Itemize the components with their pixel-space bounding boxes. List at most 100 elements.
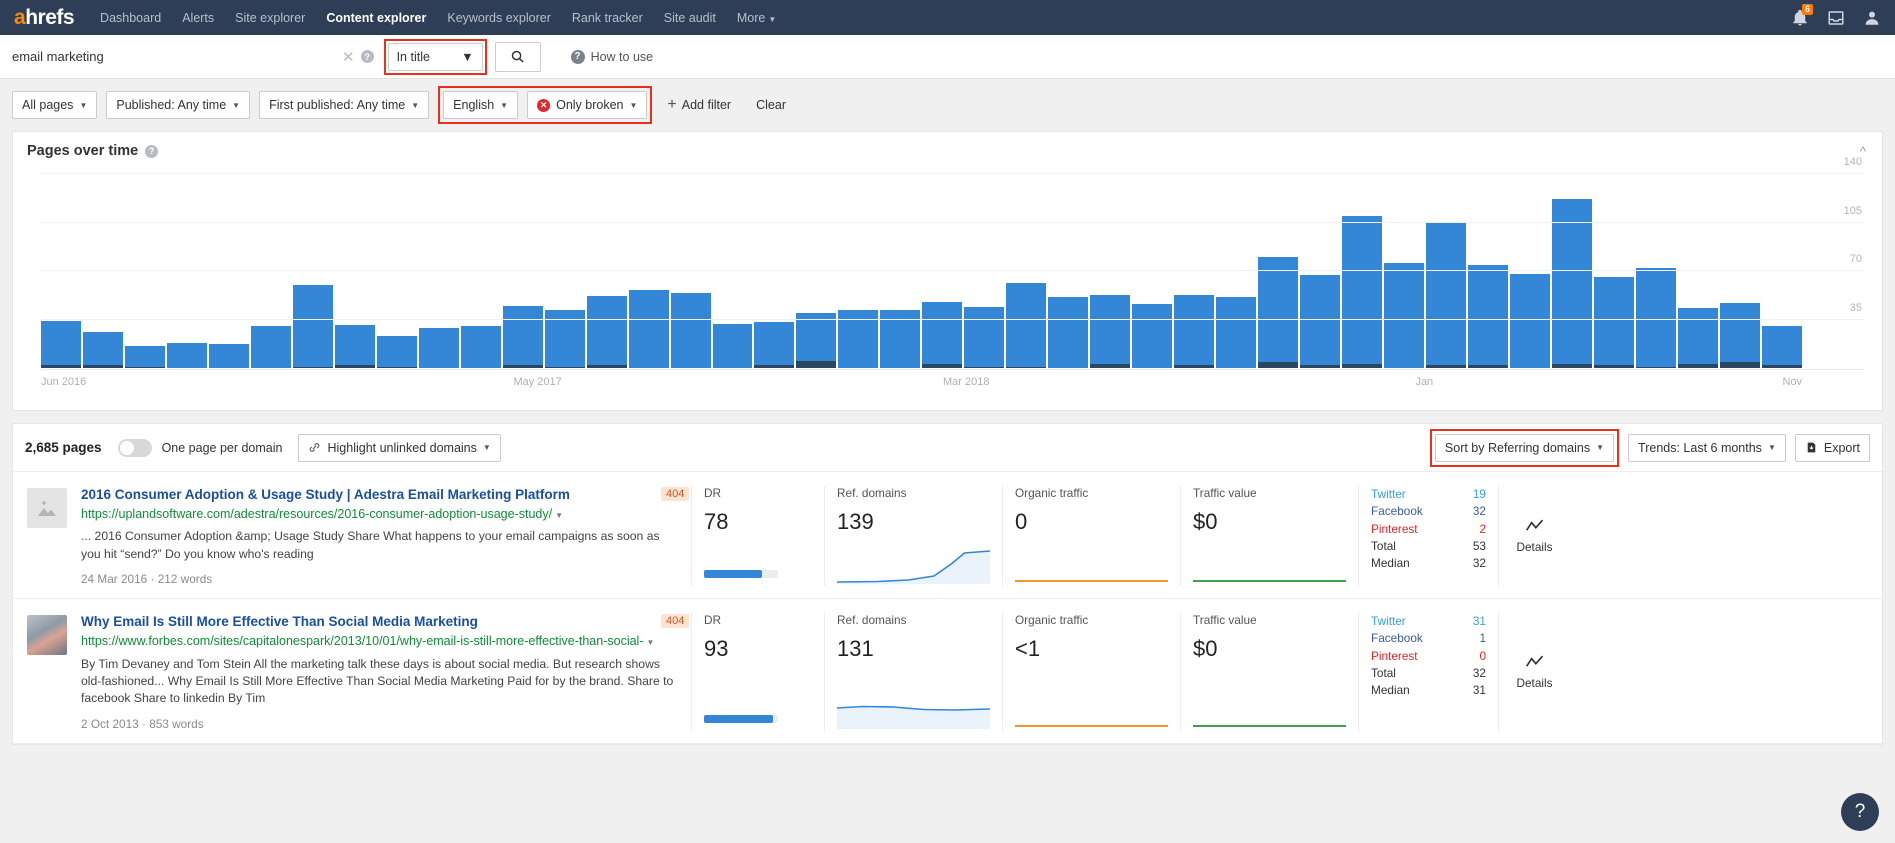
chart-bar[interactable] [1761,174,1802,368]
chart-bar[interactable] [1467,174,1508,368]
search-button[interactable] [494,41,541,72]
chart-bar[interactable] [670,174,711,368]
user-avatar-icon[interactable] [1863,9,1881,27]
notification-badge: 6 [1802,3,1814,15]
chart-bar[interactable] [1300,174,1341,368]
chart-bar[interactable] [292,174,333,368]
chart-help-icon[interactable]: ? [145,144,159,158]
chevron-down-icon[interactable]: ▼ [555,511,563,520]
export-button[interactable]: Export [1794,433,1870,462]
chart-bar[interactable] [1342,174,1382,368]
clear-search-icon[interactable]: ✕ [342,48,355,66]
trends-button[interactable]: Trends: Last 6 months ▼ [1628,433,1786,462]
chart-bar-pages [1761,326,1802,366]
chart-bar[interactable] [1509,174,1550,368]
chart-bar-pages [1384,262,1424,368]
chart-bar-pages [670,293,711,368]
chart-bar[interactable] [1174,174,1215,368]
chart-bar[interactable] [502,174,543,368]
filter-published-any-time[interactable]: Published: Any time ▼ [106,91,251,119]
chart-bar[interactable] [208,174,249,368]
nav-link-keywords-explorer[interactable]: Keywords explorer [447,11,551,25]
filter-all-pages[interactable]: All pages ▼ [12,91,98,119]
chart-bar[interactable] [166,174,207,368]
chart-bar[interactable] [964,174,1005,368]
chart-bar[interactable] [1719,174,1760,368]
metric-label: DR [704,613,722,628]
details-button[interactable]: Details [1498,486,1570,587]
highlight-unlinked-domains-button[interactable]: Highlight unlinked domains ▼ [298,433,501,462]
chart-bar[interactable] [796,174,837,368]
chevron-down-icon: ▼ [768,14,777,24]
chart-bar-pages [1635,268,1676,367]
nav-right-icons: 6 [1791,0,1881,35]
chart-bar[interactable] [1048,174,1089,368]
chart-bar[interactable] [1216,174,1257,368]
chart-bar-pages [82,331,123,366]
chart-bar[interactable] [41,174,81,368]
chart-bar[interactable] [544,174,585,368]
chart-bar[interactable] [334,174,375,368]
nav-link-site-explorer[interactable]: Site explorer [235,11,305,25]
pages-over-time-card: Pages over time ? ^ 35 70 105 140 Jun 2016 M… [12,131,1883,411]
result-url[interactable]: https://www.forbes.com/sites/capitalones… [81,633,679,649]
chart-bar[interactable] [418,174,459,368]
chart-bar[interactable] [1677,174,1718,368]
chart-bar-pages [796,312,837,362]
help-floating-button[interactable]: ? [1841,793,1879,831]
search-input[interactable] [12,41,342,72]
chart-bar[interactable] [1425,174,1466,368]
chart-bar[interactable] [1258,174,1299,368]
chart-bar[interactable] [82,174,123,368]
result-url[interactable]: https://uplandsoftware.com/adestra/resou… [81,506,679,522]
one-page-per-domain-toggle[interactable] [117,438,152,457]
details-button[interactable]: Details [1498,613,1570,731]
chart-bar[interactable] [376,174,417,368]
chart-bar[interactable] [838,174,879,368]
result-title[interactable]: 2016 Consumer Adoption & Usage Study | A… [81,486,679,504]
nav-link-more[interactable]: More ▼ [737,11,776,25]
how-to-use-link[interactable]: ? How to use [570,49,653,64]
result-meta: 24 Mar 2016 · 212 words [81,572,213,587]
chart-bar[interactable] [124,174,165,368]
chart-bar-pages [418,327,459,368]
inbox-icon[interactable] [1827,9,1845,27]
chevron-down-icon[interactable]: ▼ [647,638,655,647]
search-help-icon[interactable]: ? [360,50,374,63]
chart-bar[interactable] [712,174,753,368]
filter-first-published-any-time[interactable]: First published: Any time ▼ [259,91,430,119]
filter-english[interactable]: English ▼ [443,91,519,119]
metric-value: 93 [704,636,729,662]
chart-bar[interactable] [1006,174,1047,368]
chart-bar-broken [796,361,837,368]
metric-value: 0 [1015,509,1028,534]
chart-bar[interactable] [1635,174,1676,368]
nav-link-dashboard[interactable]: Dashboard [100,11,161,25]
search-input-wrapper [12,41,342,72]
add-filter-button[interactable]: + Add filter [667,97,731,113]
nav-link-content-explorer[interactable]: Content explorer [326,11,426,25]
chart-bar[interactable] [1593,174,1634,368]
nav-link-rank-tracker[interactable]: Rank tracker [572,11,643,25]
chart-bar[interactable] [1132,174,1173,368]
ahrefs-logo[interactable]: ahrefs [14,6,75,30]
chart-bar[interactable] [754,174,795,368]
nav-link-site-audit[interactable]: Site audit [664,11,716,25]
chart-bar[interactable] [922,174,963,368]
chart-bar[interactable] [250,174,291,368]
chart-bar[interactable] [628,174,669,368]
sort-by-button[interactable]: Sort by Referring domains ▼ [1434,433,1615,462]
chart-bar[interactable] [880,174,921,368]
nav-link-alerts[interactable]: Alerts [182,11,214,25]
bell-icon[interactable]: 6 [1791,3,1814,27]
chart-bar[interactable] [460,174,501,368]
result-title[interactable]: Why Email Is Still More Effective Than S… [81,613,679,631]
filter-only-broken[interactable]: ✕ Only broken ▼ [527,91,648,119]
chart-bar[interactable] [1090,174,1131,368]
chart-bar[interactable] [1384,174,1424,368]
chart-bar[interactable] [1551,174,1592,368]
chart-bar-pages [1677,308,1718,364]
search-mode-dropdown[interactable]: In title ▼ [387,42,483,71]
chart-bar[interactable] [586,174,627,368]
clear-filters-button[interactable]: Clear [756,98,786,112]
